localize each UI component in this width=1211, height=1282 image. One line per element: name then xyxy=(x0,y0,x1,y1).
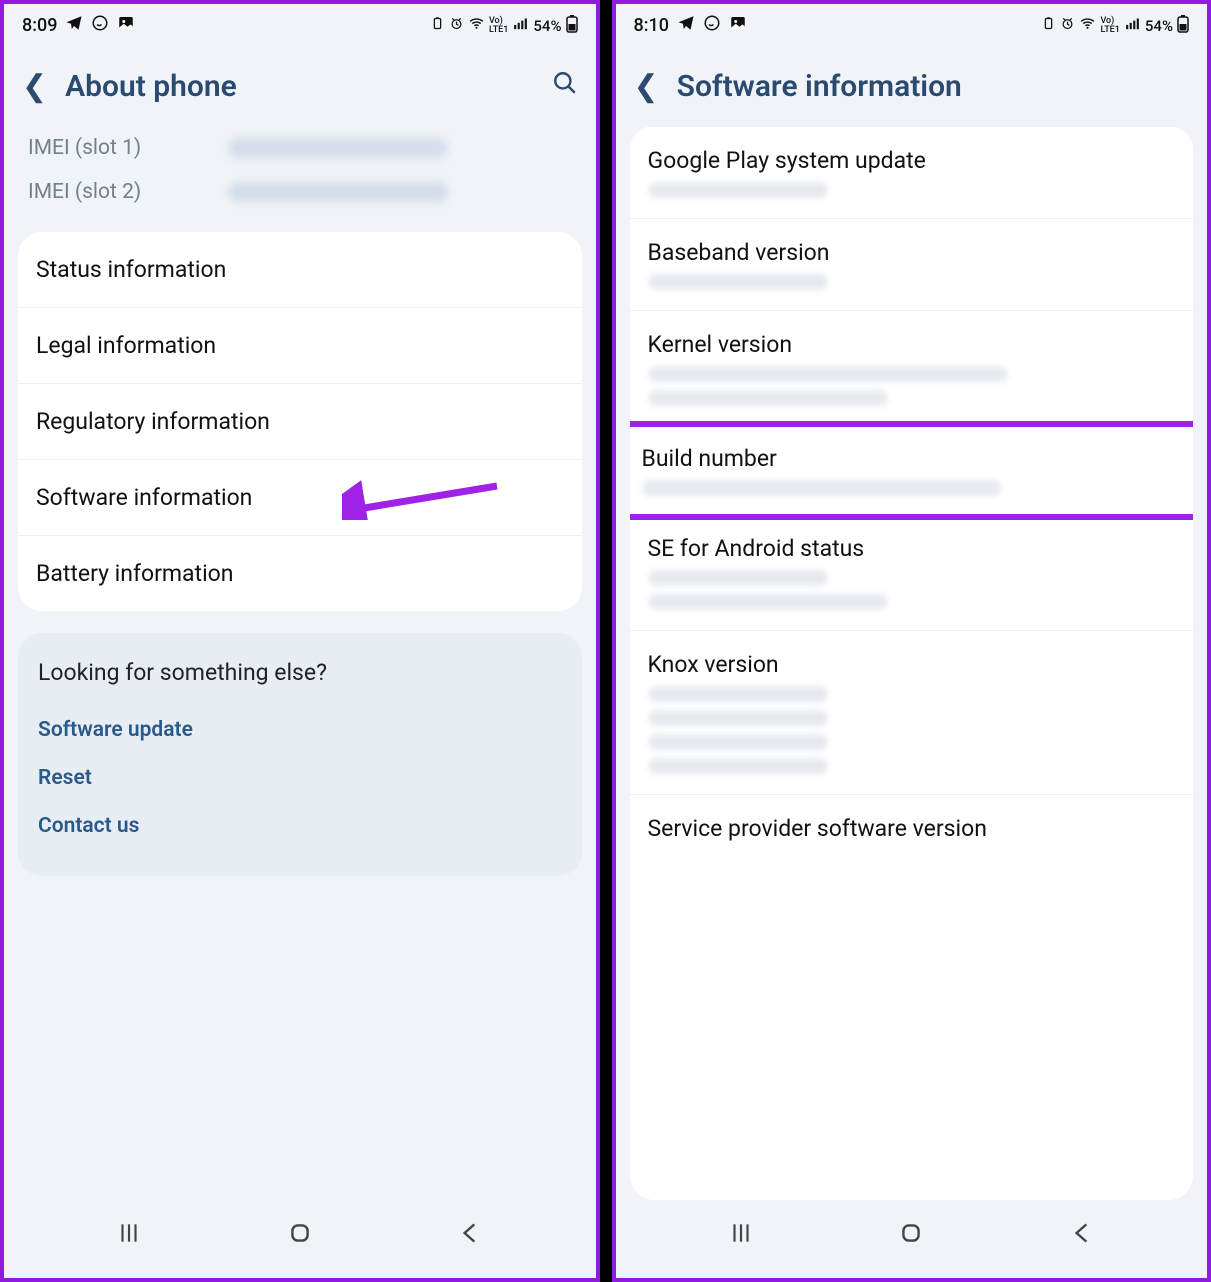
volte-label: Vo) LTE1 xyxy=(1100,17,1119,35)
battery-saver-icon xyxy=(1041,16,1056,35)
value-redacted xyxy=(648,182,828,198)
row-label: Build number xyxy=(642,445,777,472)
row-service-provider-sw[interactable]: Service provider software version xyxy=(630,795,1194,862)
row-build-number[interactable]: Build number xyxy=(642,445,1182,496)
row-label: Status information xyxy=(36,256,226,283)
whatsapp-icon xyxy=(91,14,109,37)
row-label: Legal information xyxy=(36,332,216,359)
value-redacted xyxy=(648,570,828,586)
row-label: Baseband version xyxy=(648,239,830,266)
row-software-information[interactable]: Software information xyxy=(18,460,582,536)
row-label: Software information xyxy=(36,484,252,511)
value-redacted xyxy=(648,758,828,774)
row-build-number-wrapper: Build number xyxy=(630,421,1194,515)
row-label: Battery information xyxy=(36,560,234,587)
battery-saver-icon xyxy=(430,16,445,35)
row-label: Kernel version xyxy=(648,331,793,358)
alarm-icon xyxy=(449,16,464,35)
row-status-information[interactable]: Status information xyxy=(18,232,582,308)
page-title: About phone xyxy=(65,69,533,104)
gallery-icon xyxy=(117,14,135,37)
status-time: 8:09 xyxy=(22,15,57,36)
annotation-arrow-icon xyxy=(342,476,502,520)
value-redacted xyxy=(648,274,828,290)
back-button[interactable] xyxy=(1069,1220,1095,1252)
row-legal-information[interactable]: Legal information xyxy=(18,308,582,384)
status-bar: 8:10 Vo) LTE1 54% xyxy=(616,4,1208,41)
imei-slot1-value-redacted xyxy=(228,138,448,158)
telegram-icon xyxy=(677,14,695,37)
link-contact-us[interactable]: Contact us xyxy=(38,802,562,850)
wifi-icon xyxy=(468,15,485,36)
link-software-update[interactable]: Software update xyxy=(38,706,562,754)
link-reset[interactable]: Reset xyxy=(38,754,562,802)
row-google-play-update[interactable]: Google Play system update xyxy=(630,126,1194,219)
battery-icon xyxy=(566,15,578,37)
page-title: Software information xyxy=(677,69,1189,104)
row-regulatory-information[interactable]: Regulatory information xyxy=(18,384,582,460)
row-label: Knox version xyxy=(648,651,779,678)
alarm-icon xyxy=(1060,16,1075,35)
wifi-icon xyxy=(1079,15,1096,36)
volte-label: Vo) LTE1 xyxy=(489,17,508,35)
row-label: Regulatory information xyxy=(36,408,270,435)
search-icon[interactable] xyxy=(552,70,578,103)
back-chevron-icon[interactable]: ❮ xyxy=(22,72,47,102)
row-kernel-version[interactable]: Kernel version xyxy=(630,311,1194,427)
imei-block: IMEI (slot 1) IMEI (slot 2) xyxy=(4,126,596,232)
imei-slot2-value-redacted xyxy=(228,182,448,202)
telegram-icon xyxy=(65,14,83,37)
footer-heading: Looking for something else? xyxy=(38,659,562,686)
value-redacted xyxy=(648,686,828,702)
value-redacted xyxy=(648,366,1008,382)
battery-pct: 54% xyxy=(1145,17,1173,35)
signal-icon xyxy=(512,15,529,36)
imei-slot1-label: IMEI (slot 1) xyxy=(28,136,228,160)
header: ❮ About phone xyxy=(4,41,596,126)
row-label: Google Play system update xyxy=(648,147,926,174)
row-label: SE for Android status xyxy=(648,535,865,562)
value-redacted xyxy=(648,390,888,406)
status-bar: 8:09 Vo) LTE1 54% xyxy=(4,4,596,41)
home-button[interactable] xyxy=(898,1220,924,1252)
battery-icon xyxy=(1177,15,1189,37)
value-redacted xyxy=(648,710,828,726)
status-time: 8:10 xyxy=(634,15,669,36)
phone-left-about: 8:09 Vo) LTE1 54% xyxy=(0,0,600,1282)
row-label: Service provider software version xyxy=(648,815,987,842)
software-info-card: Google Play system update Baseband versi… xyxy=(630,126,1194,1200)
home-button[interactable] xyxy=(287,1220,313,1252)
whatsapp-icon xyxy=(703,14,721,37)
annotation-highlight-box: Build number xyxy=(630,421,1194,520)
gallery-icon xyxy=(729,14,747,37)
android-nav-bar xyxy=(4,1200,596,1278)
recents-button[interactable] xyxy=(116,1220,142,1252)
info-card: Status information Legal information Reg… xyxy=(18,232,582,611)
imei-slot2-label: IMEI (slot 2) xyxy=(28,180,228,204)
value-redacted xyxy=(642,480,1002,496)
signal-icon xyxy=(1124,15,1141,36)
android-nav-bar xyxy=(616,1200,1208,1278)
row-knox-version[interactable]: Knox version xyxy=(630,631,1194,795)
recents-button[interactable] xyxy=(728,1220,754,1252)
row-se-android-status[interactable]: SE for Android status xyxy=(630,515,1194,631)
value-redacted xyxy=(648,734,828,750)
header: ❮ Software information xyxy=(616,41,1208,126)
screenshot-divider xyxy=(600,0,612,1282)
imei-slot1-row[interactable]: IMEI (slot 1) xyxy=(28,126,572,170)
imei-slot2-row[interactable]: IMEI (slot 2) xyxy=(28,170,572,214)
battery-pct: 54% xyxy=(533,17,561,35)
back-chevron-icon[interactable]: ❮ xyxy=(634,72,659,102)
row-battery-information[interactable]: Battery information xyxy=(18,536,582,611)
value-redacted xyxy=(648,594,888,610)
back-button[interactable] xyxy=(457,1220,483,1252)
footer-card: Looking for something else? Software upd… xyxy=(18,633,582,876)
row-baseband-version[interactable]: Baseband version xyxy=(630,219,1194,311)
phone-right-software-info: 8:10 Vo) LTE1 54% xyxy=(612,0,1211,1282)
